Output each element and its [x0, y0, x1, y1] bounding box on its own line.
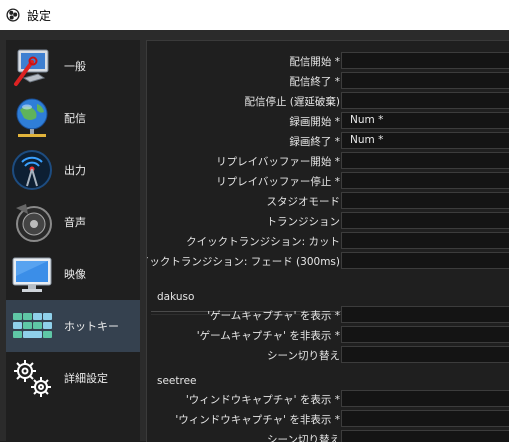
hotkey-label: 録画開始 *	[289, 116, 340, 128]
hotkey-input[interactable]	[341, 52, 509, 69]
hotkey-row: シーン切り替え	[147, 345, 509, 365]
broadcast-antenna-icon	[9, 147, 55, 193]
sidebar-item-label: 出力	[64, 164, 86, 177]
hotkey-row: クイックトランジション: フェード (300ms)	[147, 251, 509, 271]
keyboard-icon	[9, 303, 55, 349]
sidebar-item-label: ホットキー	[64, 320, 119, 333]
sidebar-item-hotkeys[interactable]: ホットキー	[6, 300, 140, 352]
sidebar-item-output[interactable]: 出力	[6, 144, 140, 196]
hotkey-input[interactable]	[341, 306, 509, 323]
hotkey-label: スタジオモード	[266, 196, 341, 208]
hotkey-row: 配信終了 *	[147, 71, 509, 91]
hotkey-row: 'ゲームキャプチャ' を非表示 *	[147, 325, 509, 345]
hotkey-input[interactable]: Num *	[341, 112, 509, 129]
hotkey-label: リプレイバッファー開始 *	[216, 156, 340, 168]
hotkey-label: 'ウィンドウキャプチャ' を非表示 *	[175, 414, 340, 426]
hotkey-row: シーン切り替え	[147, 429, 509, 442]
hotkey-label: 録画終了 *	[289, 136, 340, 148]
hotkey-input[interactable]	[341, 346, 509, 363]
hotkey-input[interactable]	[341, 72, 509, 89]
hotkey-row: クイックトランジション: カット	[147, 231, 509, 251]
hotkey-label: 'ゲームキャプチャ' を非表示 *	[196, 330, 340, 342]
hotkey-label: 'ゲームキャプチャ' を表示 *	[207, 310, 340, 322]
hotkey-input[interactable]	[341, 430, 509, 442]
sidebar-item-label: 映像	[64, 268, 86, 281]
hotkey-label: 'ウィンドウキャプチャ' を表示 *	[185, 394, 340, 406]
hotkey-label: クイックトランジション: フェード (300ms)	[146, 256, 340, 268]
window-title: 設定	[27, 8, 52, 23]
hotkey-label: リプレイバッファー停止 *	[216, 176, 340, 188]
hotkey-input[interactable]	[341, 152, 509, 169]
hotkey-label: クイックトランジション: カット	[186, 236, 340, 248]
hotkey-row: 配信開始 *	[147, 51, 509, 71]
hotkey-label: 配信開始 *	[289, 56, 340, 68]
sidebar-item-general[interactable]: 一般	[6, 40, 140, 92]
sidebar-item-advanced[interactable]: 詳細設定	[6, 352, 140, 404]
obs-logo-icon	[6, 8, 20, 22]
computer-wrench-icon	[9, 43, 55, 89]
hotkey-input[interactable]: Num *	[341, 132, 509, 149]
hotkey-input[interactable]	[341, 192, 509, 209]
hotkey-input[interactable]	[341, 410, 509, 427]
sidebar-item-stream[interactable]: 配信	[6, 92, 140, 144]
hotkey-label: 配信停止 (遅延破棄)	[244, 96, 340, 108]
hotkey-input[interactable]	[341, 232, 509, 249]
sidebar-item-label: 詳細設定	[64, 372, 108, 385]
settings-sidebar: 一般 配信 出力 音声 映像 ホットキー 詳細設定	[6, 40, 140, 441]
hotkey-row: トランジション	[147, 211, 509, 231]
sidebar-item-video[interactable]: 映像	[6, 248, 140, 300]
hotkey-row: スタジオモード	[147, 191, 509, 211]
sidebar-item-label: 配信	[64, 112, 86, 125]
speaker-icon	[9, 199, 55, 245]
hotkey-label: シーン切り替え	[267, 350, 340, 362]
hotkey-input[interactable]	[341, 252, 509, 269]
sidebar-item-label: 音声	[64, 216, 86, 229]
hotkey-row: 'ウィンドウキャプチャ' を表示 *	[147, 389, 509, 409]
hotkey-input[interactable]	[341, 92, 509, 109]
hotkey-input[interactable]	[341, 212, 509, 229]
sidebar-item-audio[interactable]: 音声	[6, 196, 140, 248]
scene-group-title: dakuso	[157, 291, 195, 303]
hotkey-input[interactable]	[341, 326, 509, 343]
hotkey-input[interactable]	[341, 172, 509, 189]
gears-icon	[9, 355, 55, 401]
globe-network-icon	[9, 95, 55, 141]
hotkey-row: リプレイバッファー停止 *	[147, 171, 509, 191]
monitor-icon	[9, 251, 55, 297]
hotkey-row: 配信停止 (遅延破棄)	[147, 91, 509, 111]
hotkey-row: 録画終了 * Num *	[147, 131, 509, 151]
hotkey-label: 配信終了 *	[289, 76, 340, 88]
scene-group-title: seetree	[157, 375, 197, 387]
title-bar: 設定	[0, 0, 509, 30]
sidebar-item-label: 一般	[64, 60, 86, 73]
hotkey-input[interactable]	[341, 390, 509, 407]
hotkeys-panel: 配信開始 * 配信終了 * 配信停止 (遅延破棄) 録画開始 * Num * 録…	[146, 40, 509, 442]
hotkey-row: 録画開始 * Num *	[147, 111, 509, 131]
hotkey-row: リプレイバッファー開始 *	[147, 151, 509, 171]
hotkey-label: トランジション	[266, 216, 341, 228]
hotkey-row: 'ウィンドウキャプチャ' を非表示 *	[147, 409, 509, 429]
hotkey-row: 'ゲームキャプチャ' を表示 *	[147, 305, 509, 325]
settings-window: 一般 配信 出力 音声 映像 ホットキー 詳細設定 配信開始 * 配信終了 * …	[0, 30, 509, 442]
